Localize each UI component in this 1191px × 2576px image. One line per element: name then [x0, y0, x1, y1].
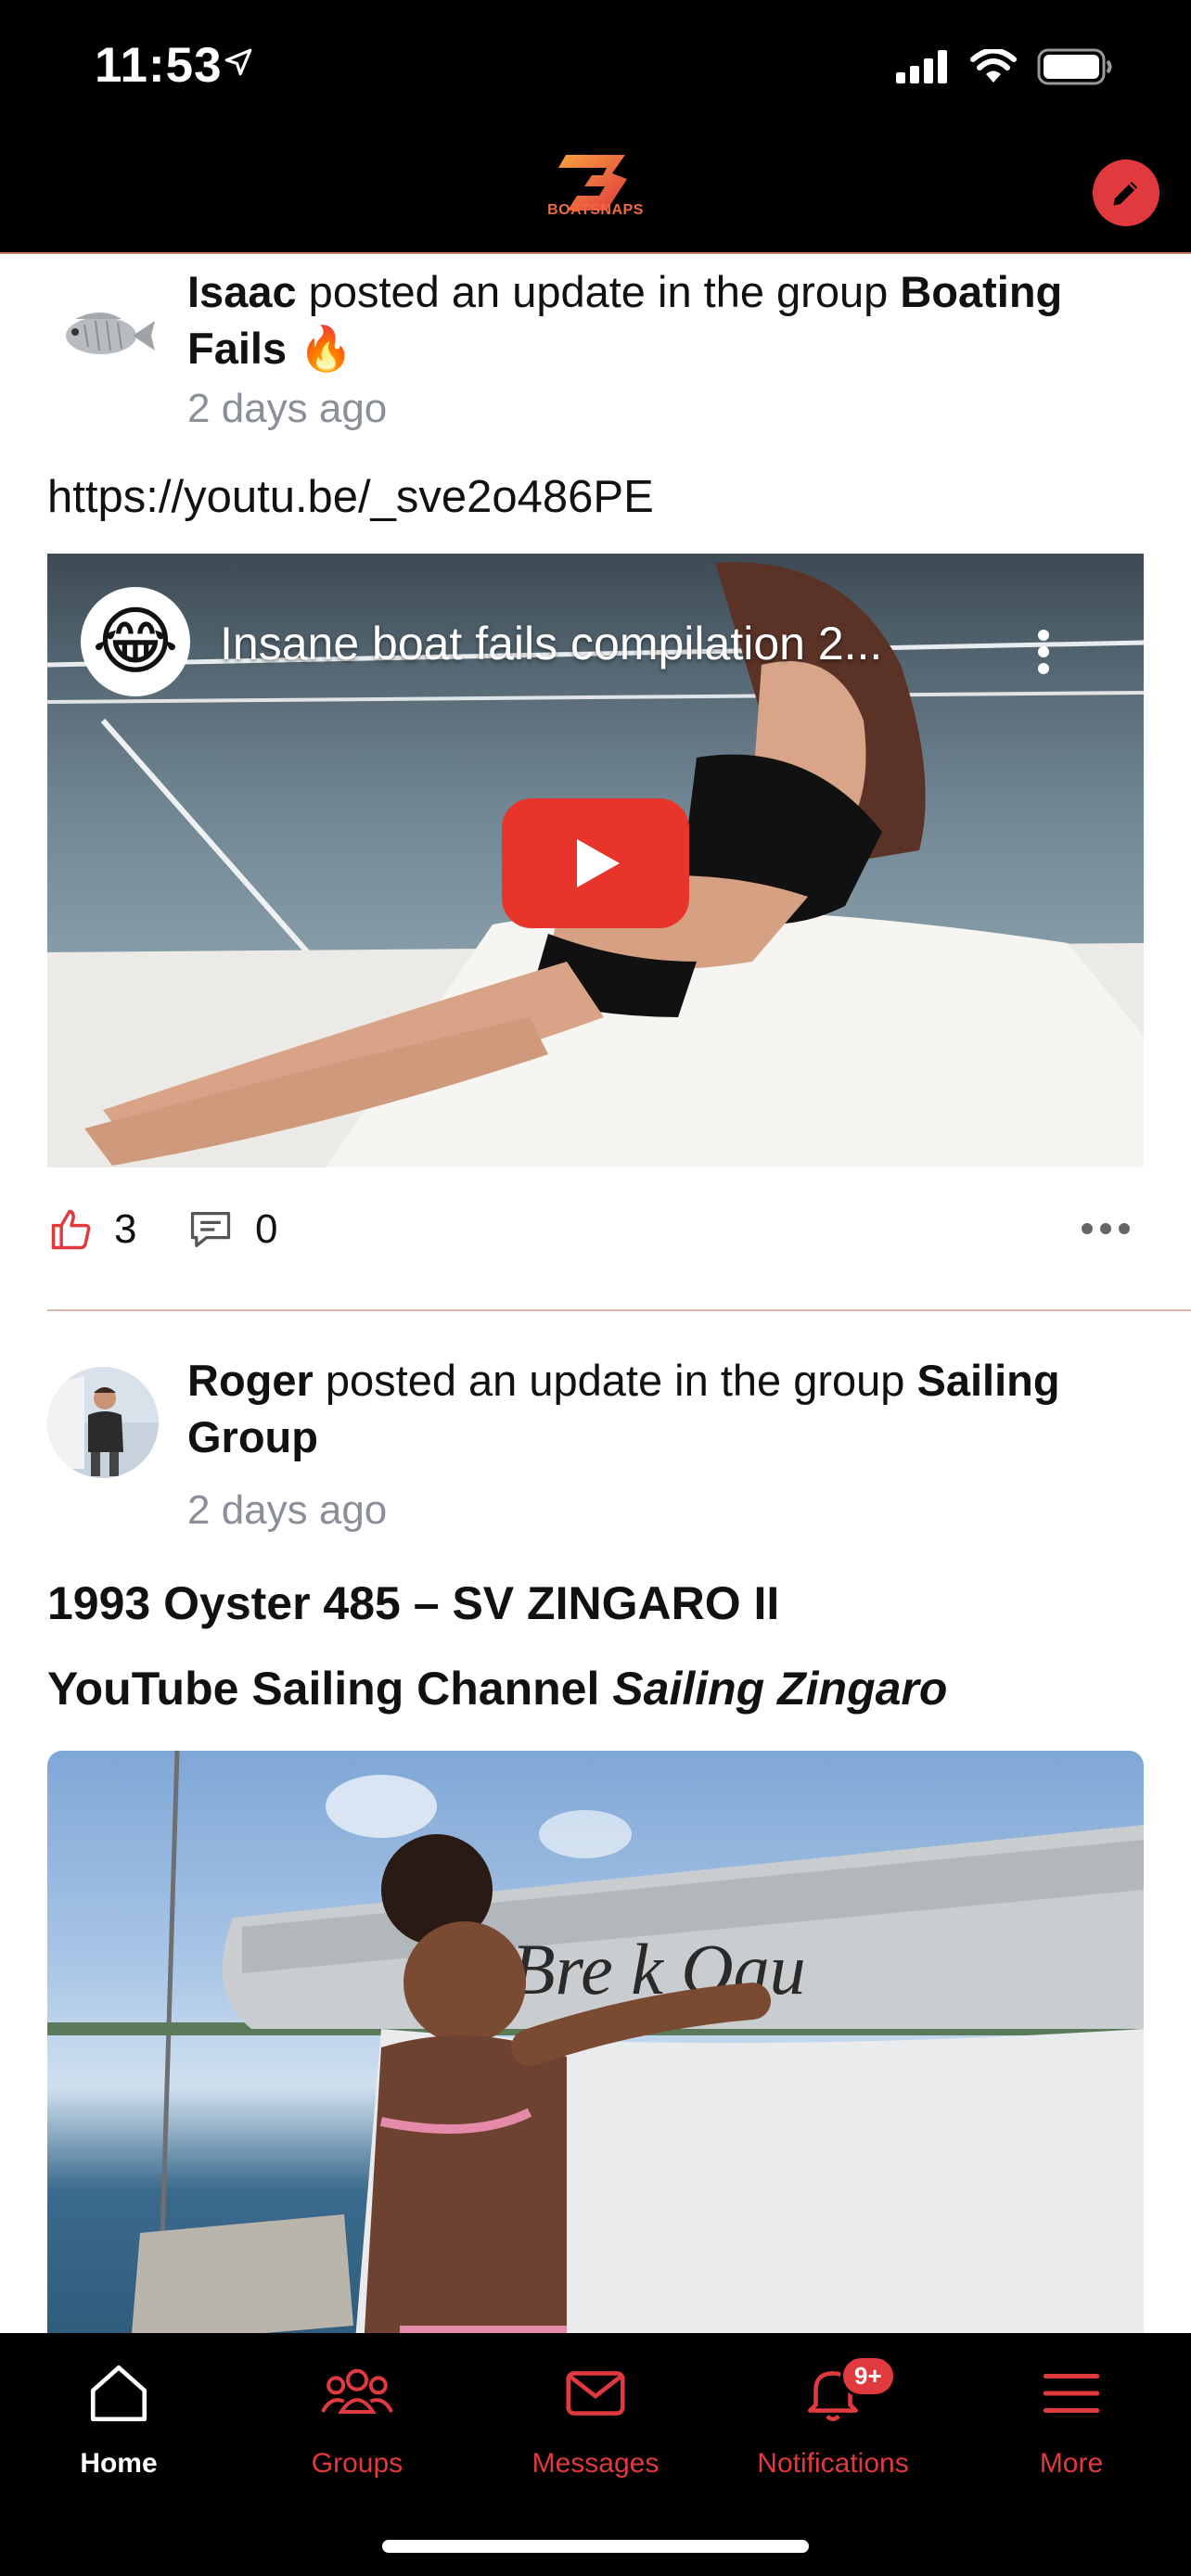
video-options-icon[interactable] — [1036, 628, 1051, 676]
post-time[interactable]: 2 days ago — [187, 1487, 387, 1534]
more-options-icon[interactable] — [1081, 1222, 1131, 1235]
author-name[interactable]: Roger — [187, 1356, 314, 1405]
pencil-icon — [1113, 182, 1137, 206]
sailing-photo: Bre k Oau — [47, 1751, 1144, 2363]
fire-emoji-icon: 🔥 — [299, 324, 353, 373]
app-header: BOATSNAPS — [0, 132, 1191, 254]
battery-icon — [1037, 48, 1112, 85]
channel-name: Sailing Zingaro — [612, 1663, 948, 1715]
comment-icon — [190, 1212, 231, 1247]
like-count: 3 — [114, 1206, 137, 1252]
menu-icon — [1043, 2374, 1100, 2413]
play-icon — [577, 839, 620, 887]
fish-avatar-icon — [66, 312, 155, 354]
avatar[interactable] — [47, 1367, 159, 1478]
channel-avatar[interactable]: 😂 — [81, 587, 190, 696]
home-icon — [90, 2365, 147, 2422]
tab-home[interactable]: Home — [0, 2352, 237, 2480]
tab-notifications[interactable]: 9+ Notifications — [714, 2352, 952, 2480]
thumbs-up-icon — [51, 1209, 91, 1250]
home-indicator[interactable] — [382, 2540, 809, 2553]
messages-icon — [566, 2371, 625, 2416]
cellular-signal-icon — [896, 50, 947, 83]
post-actions: 3 0 — [47, 1205, 1144, 1261]
status-bar: 11:53 — [0, 0, 1191, 132]
post-title: 1993 Oyster 485 – SV ZINGARO II — [47, 1577, 780, 1629]
post-headline: Isaac posted an update in the group Boat… — [187, 267, 1063, 373]
comment-count: 0 — [255, 1206, 278, 1252]
avatar[interactable] — [47, 278, 159, 389]
post-time[interactable]: 2 days ago — [187, 386, 387, 432]
author-name[interactable]: Isaac — [187, 267, 297, 316]
post-image[interactable]: Bre k Oau — [47, 1751, 1144, 2363]
laughing-emoji-icon: 😂 — [92, 600, 179, 682]
groups-icon — [321, 2368, 393, 2414]
video-title[interactable]: Insane boat fails compilation 2... — [220, 617, 882, 670]
wifi-icon — [970, 49, 1017, 83]
post-link-text[interactable]: https://youtu.be/_sve2o486PE — [47, 471, 654, 523]
play-button[interactable] — [502, 798, 689, 928]
like-button[interactable]: 3 — [47, 1205, 136, 1254]
notification-badge: 9+ — [840, 2355, 896, 2397]
tab-groups[interactable]: Groups — [238, 2352, 476, 2480]
tab-messages[interactable]: Messages — [477, 2352, 714, 2480]
video-embed[interactable]: 😂 Insane boat fails compilation 2... — [47, 554, 1144, 1167]
post-divider — [47, 1309, 1191, 1311]
post-headline: Roger posted an update in the group Sail… — [187, 1356, 1060, 1461]
comment-button[interactable]: 0 — [186, 1205, 277, 1254]
user-avatar-photo — [47, 1367, 159, 1478]
location-arrow-icon — [224, 48, 252, 76]
post-subtitle: YouTube Sailing Channel Sailing Zingaro — [47, 1663, 948, 1715]
status-time: 11:53 — [95, 38, 223, 93]
logo-text: BOATSNAPS — [547, 202, 644, 218]
tab-more[interactable]: More — [953, 2352, 1190, 2480]
compose-button[interactable] — [1093, 159, 1159, 226]
